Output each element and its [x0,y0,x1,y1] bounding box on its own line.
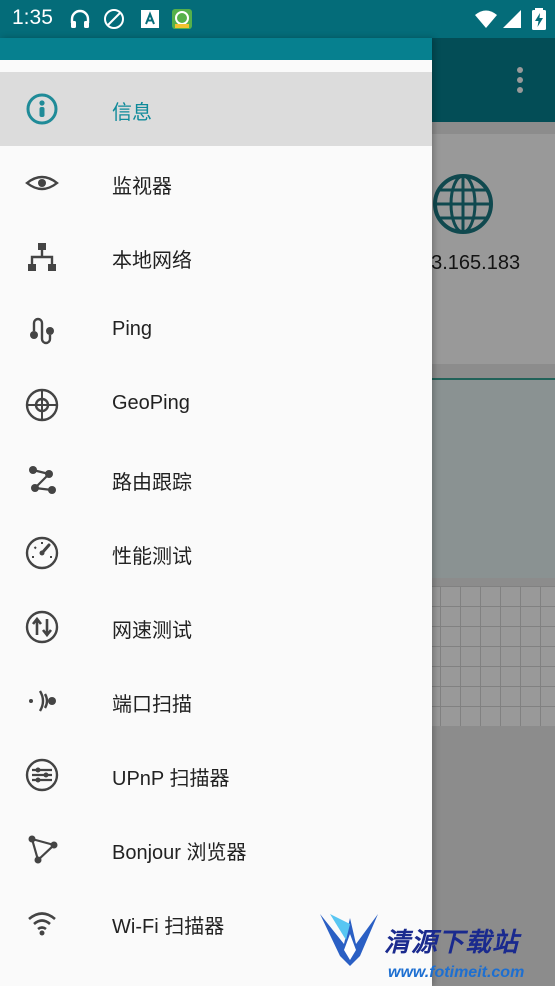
watermark-url: www.fotimeit.com [388,964,525,981]
menu-label: GeoPing [112,392,190,414]
menu-item-ping[interactable]: Ping [0,294,432,368]
status-bar: 1:35 [0,0,555,38]
app-notification-icon [172,9,192,29]
speedometer-icon [24,535,60,571]
watermark: 清源下载站 www.fotimeit.com [318,908,540,986]
menu-label: 本地网络 [112,250,192,272]
keyboard-a-icon [141,10,159,28]
menu-item-speed-test[interactable]: 网速测试 [0,590,432,664]
status-time: 1:35 [12,6,53,29]
menu-item-port-scan[interactable]: 端口扫描 [0,664,432,738]
do-not-disturb-icon [104,9,124,29]
eye-icon [24,165,60,201]
headset-icon [70,9,90,28]
globe-target-icon [24,387,60,423]
menu-label: 信息 [112,102,152,124]
menu-label: Bonjour 浏览器 [112,842,247,864]
navigation-drawer: 信息 监视器 本地网络 Ping GeoPing 路由跟踪 性能测试 网速测试 … [0,38,432,986]
ping-icon [24,313,60,349]
menu-label: Wi-Fi 扫描器 [112,916,225,938]
menu-item-bonjour-browser[interactable]: Bonjour 浏览器 [0,812,432,886]
menu-label: Ping [112,318,153,340]
drawer-divider [0,60,432,72]
menu-label: 性能测试 [112,546,192,568]
drawer-header [0,38,432,60]
watermark-logo [320,914,378,966]
menu-label: UPnP 扫描器 [112,768,230,790]
menu-item-upnp-scanner[interactable]: UPnP 扫描器 [0,738,432,812]
menu-item-info[interactable]: 信息 [0,72,432,146]
battery-charging-icon [532,8,546,30]
menu-label: 路由跟踪 [112,472,192,494]
menu-label: 端口扫描 [112,694,192,716]
wifi-scan-icon [24,905,60,941]
network-tree-icon [24,239,60,275]
menu-item-geoping[interactable]: GeoPing [0,368,432,442]
menu-label: 网速测试 [112,620,192,642]
menu-item-local-network[interactable]: 本地网络 [0,220,432,294]
menu-item-monitor[interactable]: 监视器 [0,146,432,220]
info-icon [24,91,60,127]
signal-icon [503,10,521,28]
bonjour-icon [24,831,60,867]
route-trace-icon [24,461,60,497]
broadcast-icon [24,683,60,719]
menu-item-traceroute[interactable]: 路由跟踪 [0,442,432,516]
watermark-title: 清源下载站 [384,927,520,957]
updown-arrows-icon [24,609,60,645]
menu-item-benchmark[interactable]: 性能测试 [0,516,432,590]
upnp-icon [24,757,60,793]
menu-label: 监视器 [112,176,172,198]
wifi-icon [475,10,497,28]
